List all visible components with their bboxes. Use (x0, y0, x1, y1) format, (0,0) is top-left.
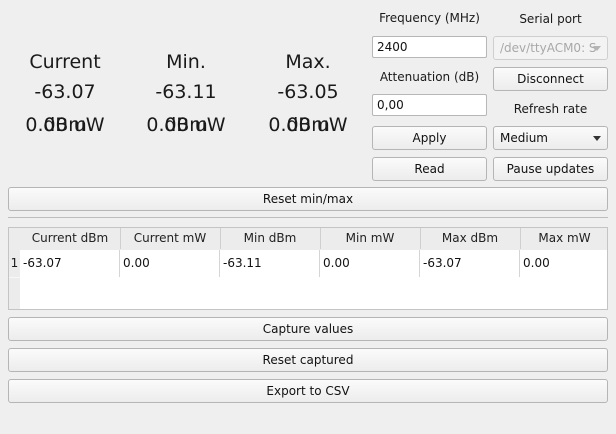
pause-updates-button[interactable]: Pause updates (493, 157, 608, 181)
table-cell[interactable]: 0.00 (120, 250, 220, 277)
chevron-down-icon (593, 136, 601, 141)
current-dbm-value: -63.07 dBm (34, 81, 96, 136)
capture-values-button[interactable]: Capture values (8, 317, 608, 341)
table-header: Current dBm Current mW Min dBm Min mW Ma… (9, 228, 607, 251)
chevron-down-icon (593, 46, 601, 51)
min-readout: Min. -63.11 dBm 0.00 uW (131, 48, 241, 142)
max-uw-value: 0.00 uW (268, 114, 348, 136)
disconnect-button[interactable]: Disconnect (493, 67, 608, 91)
serial-port-select[interactable]: /dev/ttyACM0: S (493, 36, 608, 60)
min-uw-value: 0.00 uW (146, 114, 226, 136)
export-csv-button[interactable]: Export to CSV (8, 379, 608, 403)
frequency-label: Frequency (MHz) (379, 11, 480, 25)
table-cell[interactable]: -63.07 (420, 250, 520, 277)
column-header[interactable]: Min mW (320, 228, 421, 249)
refresh-rate-label: Refresh rate (513, 102, 588, 116)
column-header[interactable]: Max mW (520, 228, 607, 249)
read-button[interactable]: Read (372, 157, 487, 181)
min-header: Min. (166, 51, 206, 73)
reset-captured-button[interactable]: Reset captured (8, 348, 608, 372)
max-dbm-value: -63.05 dBm (277, 81, 339, 136)
table-cell[interactable]: -63.11 (220, 250, 320, 277)
attenuation-label: Attenuation (dB) (379, 70, 480, 84)
table-cell[interactable]: 0.00 (320, 250, 420, 277)
current-header: Current (29, 51, 101, 73)
table-cell[interactable]: 0.00 (520, 250, 607, 277)
max-header: Max. (285, 51, 331, 73)
min-dbm-value: -63.11 dBm (155, 81, 217, 136)
refresh-rate-select[interactable]: Medium (493, 126, 608, 150)
serial-port-label: Serial port (519, 12, 582, 26)
column-header[interactable]: Current mW (120, 228, 221, 249)
table-row[interactable]: -63.07 0.00 -63.11 0.00 -63.07 0.00 (20, 250, 607, 279)
divider (8, 217, 608, 218)
attenuation-input[interactable]: 0,00 (372, 94, 487, 116)
column-header[interactable]: Min dBm (220, 228, 321, 249)
table-cell[interactable]: -63.07 (20, 250, 120, 277)
reset-minmax-button[interactable]: Reset min/max (8, 187, 608, 211)
max-readout: Max. -63.05 dBm 0.00 uW (253, 48, 363, 142)
serial-port-value: /dev/ttyACM0: S (500, 41, 597, 55)
current-readout: Current -63.07 dBm 0.00 uW (10, 48, 120, 142)
current-uw-value: 0.00 uW (25, 114, 105, 136)
apply-button[interactable]: Apply (372, 126, 487, 150)
column-header[interactable]: Max dBm (420, 228, 521, 249)
table-empty-area (20, 278, 607, 309)
captured-values-table[interactable]: Current dBm Current mW Min dBm Min mW Ma… (8, 227, 608, 310)
refresh-rate-value: Medium (500, 131, 548, 145)
frequency-input[interactable]: 2400 (372, 36, 487, 58)
column-header[interactable]: Current dBm (20, 228, 121, 249)
